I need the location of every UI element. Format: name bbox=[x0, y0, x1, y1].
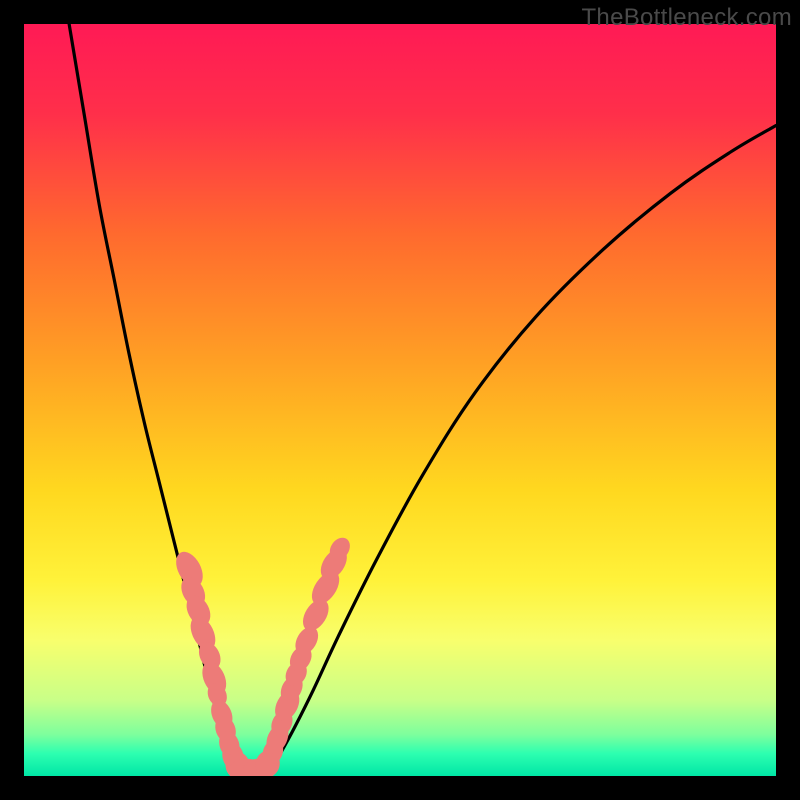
scatter-dots bbox=[171, 534, 354, 776]
curve-layer bbox=[24, 24, 776, 776]
plot-area bbox=[24, 24, 776, 776]
stage: TheBottleneck.com bbox=[0, 0, 800, 800]
watermark-text: TheBottleneck.com bbox=[581, 4, 792, 32]
bottleneck-curve bbox=[69, 24, 776, 776]
curve-path bbox=[69, 24, 776, 776]
